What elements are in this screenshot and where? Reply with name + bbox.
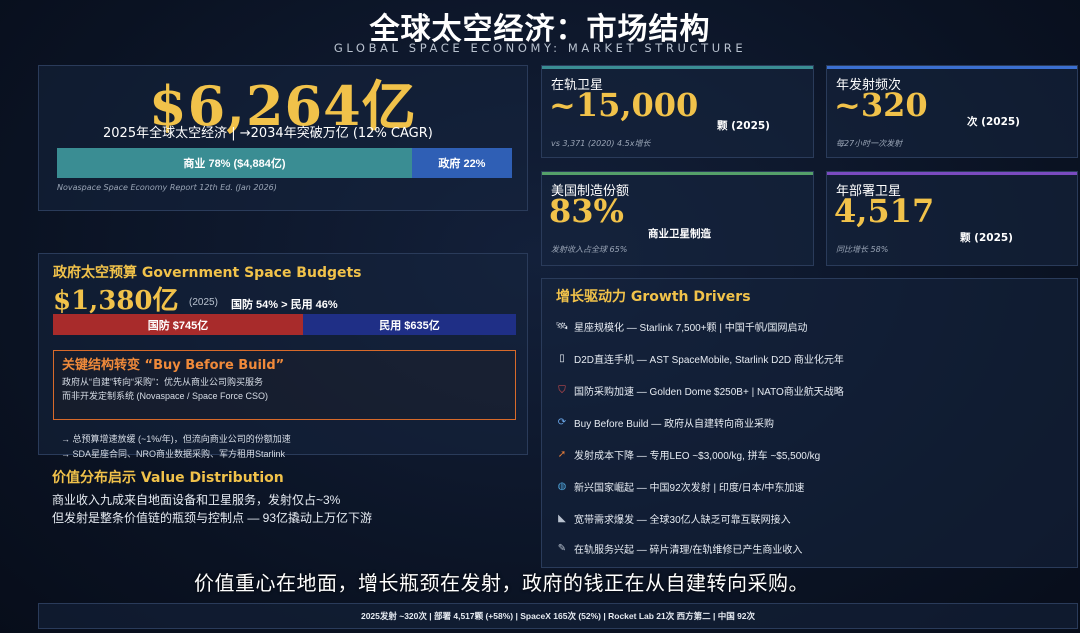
rocket-icon: ➚ xyxy=(557,449,567,460)
value-distribution-line: 但发射是整条价值链的瓶颈与控制点 — 93亿撬动上万亿下游 xyxy=(52,511,373,525)
globe-icon: ◍ xyxy=(557,481,567,492)
bottom-strip xyxy=(0,633,1080,641)
driver-item: ◣ 宽带需求爆发 — 全球30亿人缺乏可靠互联网接入 xyxy=(556,511,791,526)
government-budget-year: (2025) xyxy=(189,297,218,308)
growth-drivers-title: 增长驱动力 Growth Drivers xyxy=(556,289,751,305)
driver-item: 🛰 星座规模化 — Starlink 7,500+颗 | 中国千帆/国网启动 xyxy=(555,319,808,334)
driver-item: ⛉ 国防采购加速 — Golden Dome $250B+ | NATO商业航天… xyxy=(556,383,844,398)
stat-unit: 颗 (2025) xyxy=(717,120,770,132)
footer-summary-text: 2025发射 ~320次 | 部署 4,517颗 (+58%) | SpaceX… xyxy=(360,611,756,621)
driver-item: ✎ 在轨服务兴起 — 碎片清理/在轨维修已产生商业收入 xyxy=(556,541,803,556)
government-budget-split: 国防 54% > 民用 46% xyxy=(231,299,338,311)
driver-text: 在轨服务兴起 — 碎片清理/在轨维修已产生商业收入 xyxy=(574,545,803,556)
footer-summary-bar: 2025发射 ~320次 | 部署 4,517颗 (+58%) | SpaceX… xyxy=(38,603,1078,629)
phone-icon: ▯ xyxy=(559,353,565,364)
defense-segment: 国防 $745亿 xyxy=(53,314,304,335)
driver-item: ➚ 发射成本下降 — 专用LEO ~$3,000/kg, 拼车 ~$5,500/… xyxy=(556,447,820,462)
driver-text: 发射成本下降 — 专用LEO ~$3,000/kg, 拼车 ~$5,500/kg xyxy=(574,451,821,462)
stat-value: 83% xyxy=(549,192,624,230)
stat-card-us-manufacturing: 美国制造份额 83% 商业卫星制造 发射收入占全球 65% xyxy=(541,171,814,266)
key-shift-line: 而非开发定制系统 (Novaspace / Space Force CSO) xyxy=(62,391,269,401)
source-note: Novaspace Space Economy Report 12th Ed. … xyxy=(57,183,277,192)
government-budget-title: 政府太空预算 Government Space Budgets xyxy=(53,265,362,281)
driver-item: ⟳ Buy Before Build — 政府从自建转向商业采购 xyxy=(556,415,774,430)
stat-card-satellites: 在轨卫星 ~15,000 颗 (2025) vs 3,371 (2020) 4.… xyxy=(541,65,814,158)
stat-note: 每27小时一次发射 xyxy=(836,139,903,148)
growth-drivers-panel: 增长驱动力 Growth Drivers 🛰 星座规模化 — Starlink … xyxy=(541,278,1078,568)
value-distribution-title: 价值分布启示 Value Distribution xyxy=(52,470,284,486)
stat-note: 同比增长 58% xyxy=(836,245,889,254)
stat-note: vs 3,371 (2020) 4.5x增长 xyxy=(551,139,651,148)
video-caption: 价值重心在地面，增长瓶颈在发射，政府的钱正在从自建转向采购。 xyxy=(194,571,809,595)
defense-civil-bar: 国防 $745亿 民用 $635亿 xyxy=(53,314,516,335)
key-shift-box: 关键结构转变 “Buy Before Build” 政府从“自建”转向“采购”：… xyxy=(53,350,516,420)
stat-unit: 次 (2025) xyxy=(967,116,1020,128)
satellite-icon: 🛰 xyxy=(555,321,569,332)
antenna-icon: ◣ xyxy=(558,513,566,524)
stat-value: ~15,000 xyxy=(549,86,699,124)
driver-text: 星座规模化 — Starlink 7,500+颗 | 中国千帆/国网启动 xyxy=(574,323,808,334)
stat-note: 发射收入占全球 65% xyxy=(551,245,628,254)
wrench-icon: ✎ xyxy=(557,543,567,554)
driver-text: 国防采购加速 — Golden Dome $250B+ | NATO商业航天战略 xyxy=(574,387,844,398)
card-accent-line xyxy=(827,66,1077,69)
government-budget-panel: 政府太空预算 Government Space Budgets $1,380亿 … xyxy=(38,253,528,459)
driver-text: Buy Before Build — 政府从自建转向商业采购 xyxy=(574,419,775,430)
card-accent-line xyxy=(827,172,1077,175)
value-distribution-line: 商业收入九成来自地面设备和卫星服务，发射仅占~3% xyxy=(52,493,341,507)
total-economy-description: 2025年全球太空经济 | →2034年突破万亿 (12% CAGR) xyxy=(103,126,433,141)
civil-segment: 民用 $635亿 xyxy=(303,314,516,335)
stat-unit: 商业卫星制造 xyxy=(648,228,711,240)
card-accent-line xyxy=(542,66,813,69)
commercial-segment: 商业 78% ($4,884亿) xyxy=(57,148,412,178)
budget-bullet: → SDA星座合同、NRO商业数据采购、军方租用Starlink xyxy=(61,449,286,459)
commercial-government-bar: 商业 78% ($4,884亿) 政府 22% xyxy=(57,148,512,178)
card-accent-line xyxy=(542,172,813,175)
stat-unit: 颗 (2025) xyxy=(960,232,1013,244)
stat-card-launches: 年发射频次 ~320 次 (2025) 每27小时一次发射 xyxy=(826,65,1078,158)
driver-item: ◍ 新兴国家崛起 — 中国92次发射 | 印度/日本/中东加速 xyxy=(556,479,805,494)
government-segment: 政府 22% xyxy=(411,148,512,178)
key-shift-title: 关键结构转变 “Buy Before Build” xyxy=(62,358,285,373)
driver-text: 宽带需求爆发 — 全球30亿人缺乏可靠互联网接入 xyxy=(574,515,791,526)
stat-value: ~320 xyxy=(834,86,928,124)
overview-panel: $6,264亿 2025年全球太空经济 | →2034年突破万亿 (12% CA… xyxy=(38,65,528,211)
government-budget-value: $1,380亿 xyxy=(53,286,179,316)
driver-text: 新兴国家崛起 — 中国92次发射 | 印度/日本/中东加速 xyxy=(574,483,805,494)
shield-icon: ⛉ xyxy=(558,385,566,396)
page-subtitle: GLOBAL SPACE ECONOMY: MARKET STRUCTURE xyxy=(333,41,747,55)
key-shift-line: 政府从“自建”转向“采购”：优先从商业公司购买服务 xyxy=(62,377,263,387)
driver-item: ▯ D2D直连手机 — AST SpaceMobile, Starlink D2… xyxy=(556,351,844,366)
cycle-icon: ⟳ xyxy=(557,417,567,428)
stat-value: 4,517 xyxy=(834,192,935,230)
driver-text: D2D直连手机 — AST SpaceMobile, Starlink D2D … xyxy=(574,355,844,366)
budget-bullet: → 总预算增速放缓 (~1%/年)，但流向商业公司的份额加速 xyxy=(61,434,291,444)
stat-card-deployments: 年部署卫星 4,517 颗 (2025) 同比增长 58% xyxy=(826,171,1078,266)
